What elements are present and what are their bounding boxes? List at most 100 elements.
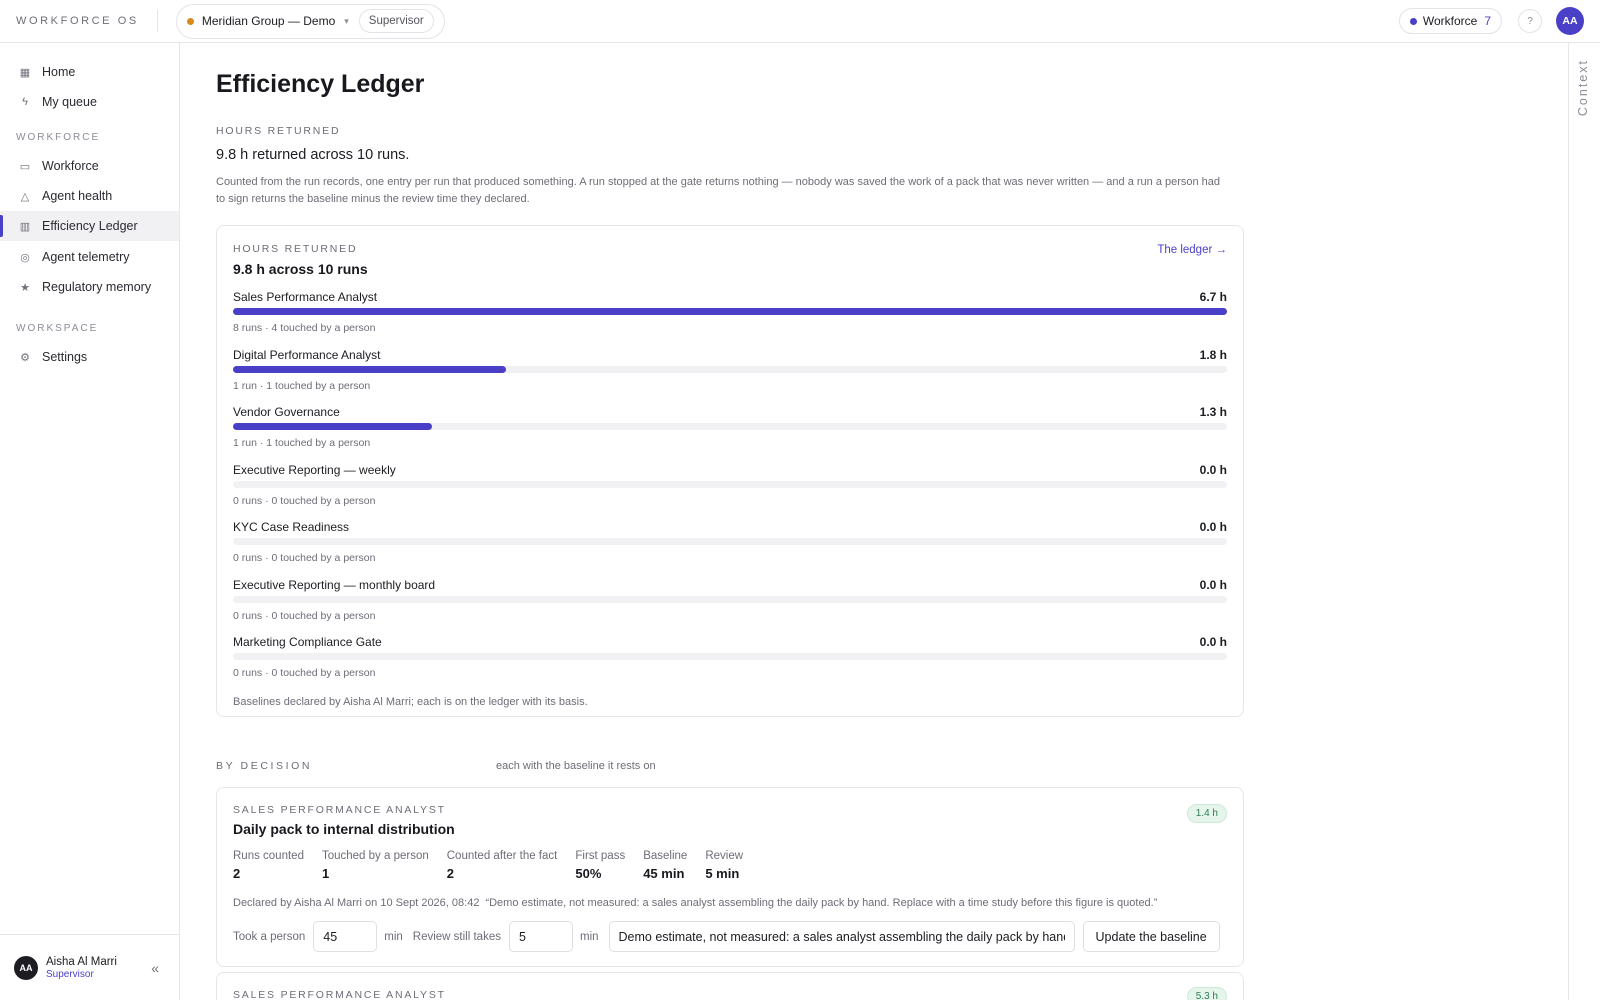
- sidebar-item-agent-telemetry[interactable]: ◎ Agent telemetry: [0, 242, 179, 272]
- org-name: Meridian Group — Demo: [201, 14, 336, 28]
- sidebar-item-agent-health[interactable]: △ Agent health: [0, 181, 179, 211]
- section-heading-workspace: WORKSPACE: [16, 323, 99, 334]
- user-role: Supervisor: [46, 968, 94, 980]
- decision-card: SALES PERFORMANCE ANALYST Daily pack to …: [216, 787, 1244, 967]
- user-profile[interactable]: AA Aisha Al Marri Supervisor «: [0, 934, 179, 1000]
- run-summary: 0 runs · 0 touched by a person: [233, 494, 376, 507]
- top-bar: WORKFORCE OS Meridian Group — Demo ▾ Sup…: [0, 0, 1600, 43]
- metric-value: 2: [446, 866, 454, 881]
- sidebar-item-label: My queue: [42, 95, 97, 109]
- metric-label: Counted after the fact: [446, 850, 558, 862]
- section-eyebrow: HOURS RETURNED: [216, 125, 341, 137]
- hours-bar-track: [233, 538, 1227, 545]
- agent-name: Executive Reporting — monthly board: [233, 577, 436, 592]
- hours-bar-track: [233, 480, 1227, 488]
- org-status-dot: [186, 17, 194, 25]
- hours-bar-track: [233, 365, 1227, 373]
- hours-bar-fill: [233, 308, 1227, 315]
- ledger-row: Marketing Compliance Gate 0.0 h 0 runs · 0…: [233, 635, 1227, 685]
- update-baseline-button[interactable]: Update the baseline: [1082, 921, 1220, 952]
- run-summary: 0 runs · 0 touched by a person: [233, 552, 376, 564]
- ledger-footnote: Baselines declared by Aisha Al Marri; ea…: [233, 696, 588, 708]
- run-summary: 0 runs · 0 touched by a person: [233, 667, 376, 679]
- collapse-sidebar-icon[interactable]: «: [151, 960, 159, 976]
- section-subtitle: each with the baseline it rests on: [496, 760, 656, 772]
- ledger-row: KYC Case Readiness 0.0 h 0 runs · 0 touche…: [233, 520, 1227, 570]
- sidebar-item-my-queue[interactable]: ϟ My queue: [0, 87, 179, 117]
- help-glyph: ?: [1527, 15, 1533, 27]
- ledger-row: Executive Reporting — weekly 0.0 h 0 runs …: [233, 463, 1227, 513]
- took-minutes-input[interactable]: [313, 921, 378, 952]
- sidebar-item-workforce[interactable]: ▭ Workforce: [0, 151, 179, 181]
- agent-name: Marketing Compliance Gate: [233, 635, 382, 649]
- baseline-editor: Took a person min Review still takes min…: [233, 921, 1220, 952]
- sidebar-item-settings[interactable]: ⚙ Settings: [0, 342, 179, 372]
- workforce-label: Workforce: [1422, 14, 1478, 28]
- metric-label: First pass: [575, 850, 626, 862]
- decision-agent: SALES PERFORMANCE ANALYST: [233, 804, 446, 816]
- run-summary: 1 run · 1 touched by a person: [233, 379, 371, 392]
- metric-label: Runs counted: [233, 850, 304, 862]
- decision-agent: SALES PERFORMANCE ANALYST: [233, 989, 446, 1000]
- workforce-count: 7: [1484, 14, 1491, 28]
- ledger-link[interactable]: The ledger →: [1157, 244, 1227, 256]
- metric-after-fact: Counted after the fact 2: [447, 850, 558, 881]
- hours-value: 1.3 h: [1199, 405, 1227, 419]
- metric-value: 45 min: [643, 866, 685, 881]
- brand-logo: WORKFORCE OS: [16, 15, 139, 27]
- decision-title: Daily pack to internal distribution: [233, 821, 455, 837]
- metric-label: Review: [705, 850, 744, 862]
- avatar[interactable]: AA: [1556, 7, 1584, 35]
- sidebar-item-label: Settings: [42, 350, 88, 364]
- sidebar-item-label: Regulatory memory: [42, 280, 152, 294]
- ledger-row: Digital Performance Analyst 1.8 h 1 run · …: [233, 348, 1227, 398]
- declared-basis-quote: “Demo estimate, not measured: a sales an…: [485, 897, 1158, 909]
- star-icon: ★: [20, 281, 30, 294]
- decision-card: SALES PERFORMANCE ANALYST 5.3 h: [216, 972, 1244, 1000]
- unit-label: min: [579, 930, 599, 943]
- ledger-row: Vendor Governance 1.3 h 1 run · 1 touched …: [233, 405, 1227, 455]
- metric-value: 5 min: [705, 866, 740, 881]
- sidebar-item-efficiency-ledger[interactable]: ▥ Efficiency Ledger: [0, 211, 179, 241]
- help-icon[interactable]: ?: [1518, 9, 1542, 33]
- baseline-declaration: Declared by Aisha Al Marri on 10 Sept 20…: [233, 897, 1157, 909]
- hours-value: 1.8 h: [1199, 347, 1227, 362]
- hours-badge: 5.3 h: [1186, 987, 1227, 1000]
- org-switcher[interactable]: Meridian Group — Demo ▾ Supervisor: [175, 3, 445, 39]
- role-badge[interactable]: Supervisor: [358, 9, 434, 33]
- hours-description: Counted from the run records, one entry …: [216, 176, 1221, 205]
- sidebar-item-regulatory-memory[interactable]: ★ Regulatory memory: [0, 272, 179, 302]
- grid-icon: ▦: [19, 66, 31, 79]
- sidebar: ▦ Home ϟ My queue WORKFORCE ▭ Workforce …: [0, 43, 180, 1000]
- hours-bar-fill: [233, 423, 432, 430]
- sidebar-item-label: Agent telemetry: [42, 250, 130, 264]
- hours-bar-track: [233, 308, 1227, 315]
- review-label: Review still takes: [412, 930, 501, 943]
- agent-name: Sales Performance Analyst: [233, 290, 378, 304]
- context-panel-toggle[interactable]: Context: [1568, 43, 1600, 1000]
- hours-ledger-card: HOURS RETURNED 9.8 h across 10 runs The …: [216, 225, 1244, 717]
- sidebar-item-label: Home: [42, 65, 76, 79]
- metric-label: Touched by a person: [321, 850, 429, 862]
- context-label: Context: [1576, 59, 1590, 117]
- warning-icon: △: [20, 190, 30, 203]
- metric-value: 50%: [575, 866, 602, 881]
- hours-bar-track: [233, 653, 1227, 660]
- hours-value: 0.0 h: [1199, 577, 1227, 592]
- review-minutes-input[interactable]: [508, 921, 573, 952]
- unit-label: min: [384, 930, 403, 943]
- metric-review: Review 5 min: [705, 850, 743, 881]
- workforce-status-dot: [1409, 17, 1417, 25]
- agent-name: KYC Case Readiness: [233, 520, 350, 534]
- decision-metrics: Runs counted 2 Touched by a person 1 Cou…: [233, 850, 761, 881]
- hours-badge: 1.4 h: [1186, 804, 1227, 823]
- basis-input[interactable]: [608, 921, 1075, 952]
- main-content: Efficiency Ledger HOURS RETURNED 9.8 h r…: [180, 43, 1568, 1000]
- workforce-button[interactable]: Workforce 7: [1398, 8, 1502, 34]
- hours-summary: 9.8 h returned across 10 runs.: [216, 147, 410, 163]
- briefcase-icon: ▭: [19, 160, 31, 173]
- sidebar-item-home[interactable]: ▦ Home: [0, 57, 179, 87]
- run-summary: 8 runs · 4 touched by a person: [233, 322, 376, 334]
- hours-bar-track: [233, 595, 1227, 603]
- metric-baseline: Baseline 45 min: [643, 850, 687, 881]
